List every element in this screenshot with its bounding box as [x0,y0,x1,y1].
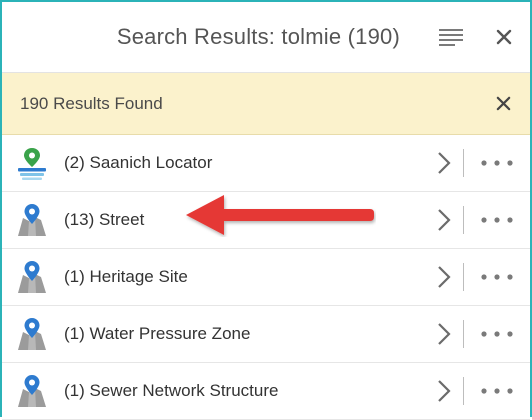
result-row-water-pressure-zone[interactable]: (1) Water Pressure Zone [2,306,530,363]
panel-title: Search Results: tolmie (190) [116,24,400,49]
search-results-panel: Search Results: tolmie (190) 190 Results… [0,0,532,420]
close-icon [496,29,512,45]
result-row-street[interactable]: (13) Street [2,192,530,249]
dismiss-banner-button[interactable] [492,93,514,115]
map-pin-icon [18,318,46,350]
map-pin-icon [18,204,46,236]
panel-header: Search Results: tolmie (190) [2,2,530,73]
chevron-right-icon[interactable] [435,150,453,176]
divider [463,320,464,348]
result-label: (1) Sewer Network Structure [64,381,279,400]
more-options-icon[interactable] [480,330,514,338]
result-label: (13) Street [64,210,145,229]
map-pin-icon [18,375,46,407]
chevron-right-icon[interactable] [435,378,453,404]
result-label: (1) Heritage Site [64,267,188,286]
result-row-saanich-locator[interactable]: (2) Saanich Locator [2,135,530,192]
more-options-icon[interactable] [480,273,514,281]
divider [463,149,464,177]
chevron-right-icon[interactable] [435,321,453,347]
close-icon [496,96,510,111]
divider [463,206,464,234]
locator-layers-icon [18,148,46,180]
chevron-right-icon[interactable] [435,207,453,233]
results-list: (2) Saanich Locator (13) Street (1) Heri… [2,135,530,420]
close-panel-button[interactable] [492,25,516,49]
more-options-icon[interactable] [480,159,514,167]
divider [463,263,464,291]
result-row-heritage-site[interactable]: (1) Heritage Site [2,249,530,306]
results-count-text: 190 Results Found [20,93,163,113]
more-options-icon[interactable] [480,216,514,224]
chevron-right-icon[interactable] [435,264,453,290]
result-row-sewer-network-structure[interactable]: (1) Sewer Network Structure [2,363,530,420]
result-label: (1) Water Pressure Zone [64,324,251,343]
result-label: (2) Saanich Locator [64,153,213,172]
list-menu-icon[interactable] [438,27,464,47]
map-pin-icon [18,261,46,293]
more-options-icon[interactable] [480,387,514,395]
results-count-banner: 190 Results Found [2,73,530,135]
divider [463,377,464,405]
